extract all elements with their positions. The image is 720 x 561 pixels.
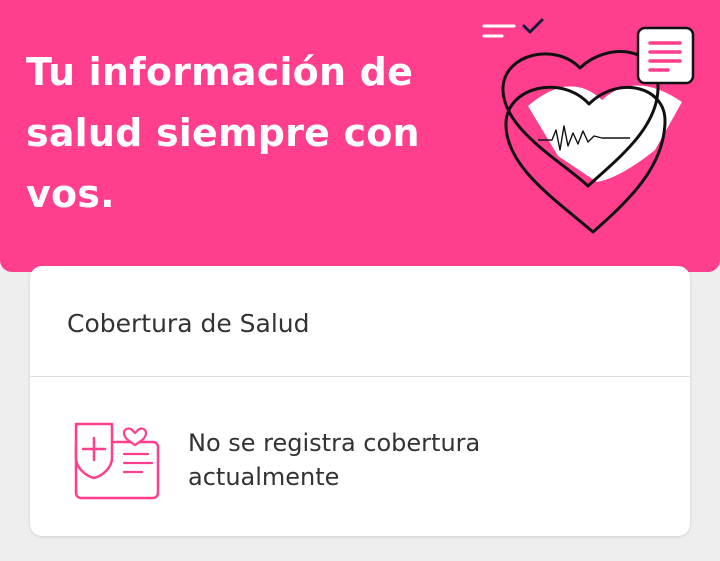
coverage-card: Cobertura de Salud No se registra cobert…: [30, 266, 690, 536]
checkmark-icon: [522, 18, 544, 34]
coverage-status-row: No se registra cobertura actualmente: [30, 378, 690, 536]
health-insurance-card-icon: [74, 422, 160, 500]
hero-banner: Tu información de salud siempre con vos.: [0, 0, 720, 272]
document-icon: [636, 26, 695, 85]
coverage-card-header: Cobertura de Salud: [30, 266, 690, 377]
coverage-card-title: Cobertura de Salud: [67, 308, 310, 338]
health-hearts-illustration: [482, 18, 695, 234]
coverage-status-text: No se registra cobertura actualmente: [188, 429, 481, 491]
hero-title: Tu información de salud siempre con vos.: [26, 50, 420, 216]
